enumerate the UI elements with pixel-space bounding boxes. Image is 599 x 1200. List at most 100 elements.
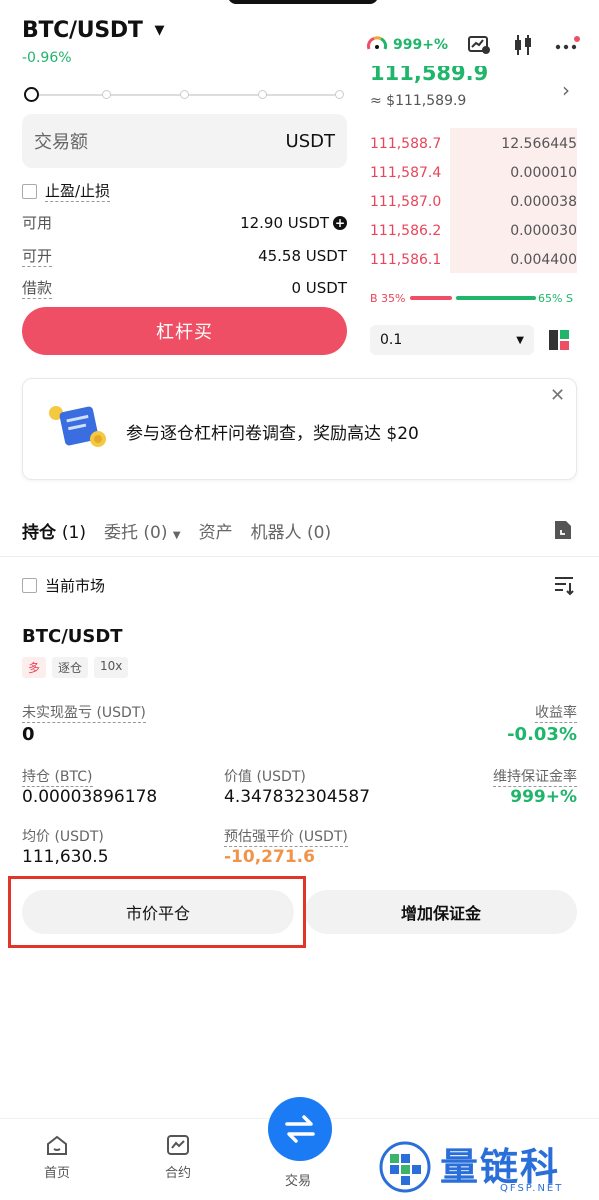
candlestick-icon[interactable] — [510, 32, 536, 58]
last-price: 111,589.9 — [370, 66, 489, 85]
openable-row: 可开 45.58 USDT — [22, 245, 347, 267]
slider-step[interactable] — [102, 90, 111, 99]
ask-price: 111,587.0 — [370, 193, 442, 210]
add-margin-button[interactable]: 增加保证金 — [305, 890, 577, 934]
survey-illustration-icon — [49, 406, 106, 447]
liq-price-value: -10,271.6 — [224, 847, 315, 867]
slider-knob[interactable] — [24, 87, 39, 102]
ask-qty: 0.000038 — [510, 193, 577, 210]
amount-input[interactable]: 交易额 USDT — [22, 114, 347, 168]
borrow-label: 借款 — [22, 279, 53, 299]
chart-settings-icon[interactable] — [466, 32, 492, 58]
tab-assets[interactable]: 资产 — [199, 518, 233, 543]
available-row: 可用 12.90 USDT + — [22, 212, 347, 233]
tpsl-label: 止盈/止损 — [45, 182, 111, 202]
unrealized-pnl-value: 0 — [22, 724, 35, 745]
buy-ratio-bar — [410, 296, 452, 300]
liq-price-label: 预估强平价 (USDT) — [224, 826, 348, 847]
index-price: ≈ $111,589.9 — [370, 93, 467, 109]
value-value: 4.347832304587 — [224, 787, 371, 807]
current-market-checkbox[interactable] — [22, 578, 37, 593]
close-icon[interactable]: ✕ — [550, 385, 565, 406]
tab-positions-label: 持仓 — [22, 523, 56, 543]
tpsl-toggle[interactable]: 止盈/止损 — [22, 180, 111, 202]
mmr-label: 维持保证金率 — [493, 766, 577, 787]
more-icon[interactable] — [554, 32, 580, 58]
sort-icon[interactable] — [553, 574, 575, 596]
roi-label: 收益率 — [535, 702, 577, 723]
nav-futures[interactable]: 合约 — [165, 1134, 191, 1181]
ask-qty: 12.566445 — [501, 135, 577, 152]
book-layout-icon[interactable] — [548, 329, 570, 351]
openable-value: 45.58 USDT — [258, 247, 347, 265]
home-icon — [47, 1135, 67, 1155]
tab-orders-label: 委托 (0) — [104, 523, 168, 543]
tpsl-checkbox[interactable] — [22, 183, 37, 199]
openable-label: 可开 — [22, 247, 53, 267]
chevron-right-icon[interactable]: › — [562, 78, 570, 102]
avg-price-value: 111,630.5 — [22, 847, 109, 867]
roi-value: -0.03% — [507, 724, 577, 745]
ask-qty: 0.004400 — [510, 251, 577, 268]
position-tags: 多 逐仓 10x — [22, 657, 129, 678]
ask-price: 111,587.4 — [370, 164, 442, 181]
sell-ratio-bar — [456, 296, 536, 300]
amount-placeholder: 交易额 — [34, 132, 88, 153]
plus-circle-icon[interactable]: + — [333, 215, 347, 230]
nav-futures-label: 合约 — [165, 1166, 192, 1181]
borrow-value: 0 USDT — [291, 279, 347, 297]
precision-select[interactable]: 0.1 ▼ — [370, 325, 534, 355]
avg-price-label: 均价 (USDT) — [22, 829, 104, 845]
leverage-buy-button[interactable]: 杠杆买 — [22, 307, 347, 355]
ask-row[interactable]: 111,588.7 12.566445 — [370, 129, 577, 158]
pair-change: -0.96% — [22, 50, 72, 66]
buy-ratio: B 35% — [370, 292, 406, 305]
swap-icon — [285, 1115, 315, 1143]
ask-row[interactable]: 111,586.2 0.000030 — [370, 216, 577, 245]
watermark-domain: QFSP.NET — [500, 1183, 564, 1194]
ask-qty: 0.000030 — [510, 222, 577, 239]
ask-qty: 0.000010 — [510, 164, 577, 181]
ask-row[interactable]: 111,587.4 0.000010 — [370, 158, 577, 187]
nav-home-label: 首页 — [44, 1166, 71, 1181]
tab-positions[interactable]: 持仓 (1) — [22, 518, 86, 543]
nav-home[interactable]: 首页 — [44, 1134, 70, 1181]
gauge-icon — [367, 36, 388, 50]
ask-price: 111,586.1 — [370, 251, 442, 268]
position-pair: BTC/USDT — [22, 626, 123, 647]
pair-selector[interactable]: BTC/USDT ▼ — [22, 18, 165, 43]
divider — [0, 556, 599, 557]
available-label: 可用 — [22, 214, 53, 232]
position-tabs: 持仓 (1) 委托 (0) ▼ 资产 机器人 (0) — [22, 518, 331, 543]
sell-ratio: 65% S — [538, 292, 573, 305]
leverage-badge: 10x — [94, 657, 129, 678]
tab-positions-count: (1) — [61, 523, 87, 543]
ask-price: 111,586.2 — [370, 222, 442, 239]
watermark-logo-icon — [379, 1141, 431, 1193]
margin-ratio-button[interactable]: 999+% — [366, 34, 448, 56]
caret-down-icon: ▼ — [516, 334, 524, 346]
precision-value: 0.1 — [380, 332, 403, 348]
ask-row[interactable]: 111,586.1 0.004400 — [370, 245, 577, 274]
mmr-value: 999+% — [510, 787, 577, 807]
current-market-label: 当前市场 — [45, 577, 106, 595]
trade-button[interactable] — [268, 1097, 332, 1161]
current-market-filter[interactable]: 当前市场 — [22, 575, 105, 596]
tab-bots[interactable]: 机器人 (0) — [251, 518, 331, 543]
highlight-box — [8, 876, 306, 948]
ask-row[interactable]: 111,587.0 0.000038 — [370, 187, 577, 216]
document-icon[interactable] — [553, 519, 573, 541]
amount-unit: USDT — [285, 130, 335, 152]
slider-step[interactable] — [258, 90, 267, 99]
ask-price: 111,588.7 — [370, 135, 442, 152]
side-badge: 多 — [22, 657, 47, 678]
pair-title: BTC/USDT — [22, 18, 143, 43]
unrealized-pnl-label: 未实现盈亏 (USDT) — [22, 702, 146, 723]
size-label: 持仓 (BTC) — [22, 766, 93, 787]
tab-orders[interactable]: 委托 (0) ▼ — [104, 518, 181, 543]
slider-step[interactable] — [335, 90, 344, 99]
header-toolbar: 999+% — [366, 32, 580, 58]
value-label: 价值 (USDT) — [224, 769, 306, 785]
margin-ratio-value: 999+% — [393, 37, 448, 53]
slider-step[interactable] — [180, 90, 189, 99]
